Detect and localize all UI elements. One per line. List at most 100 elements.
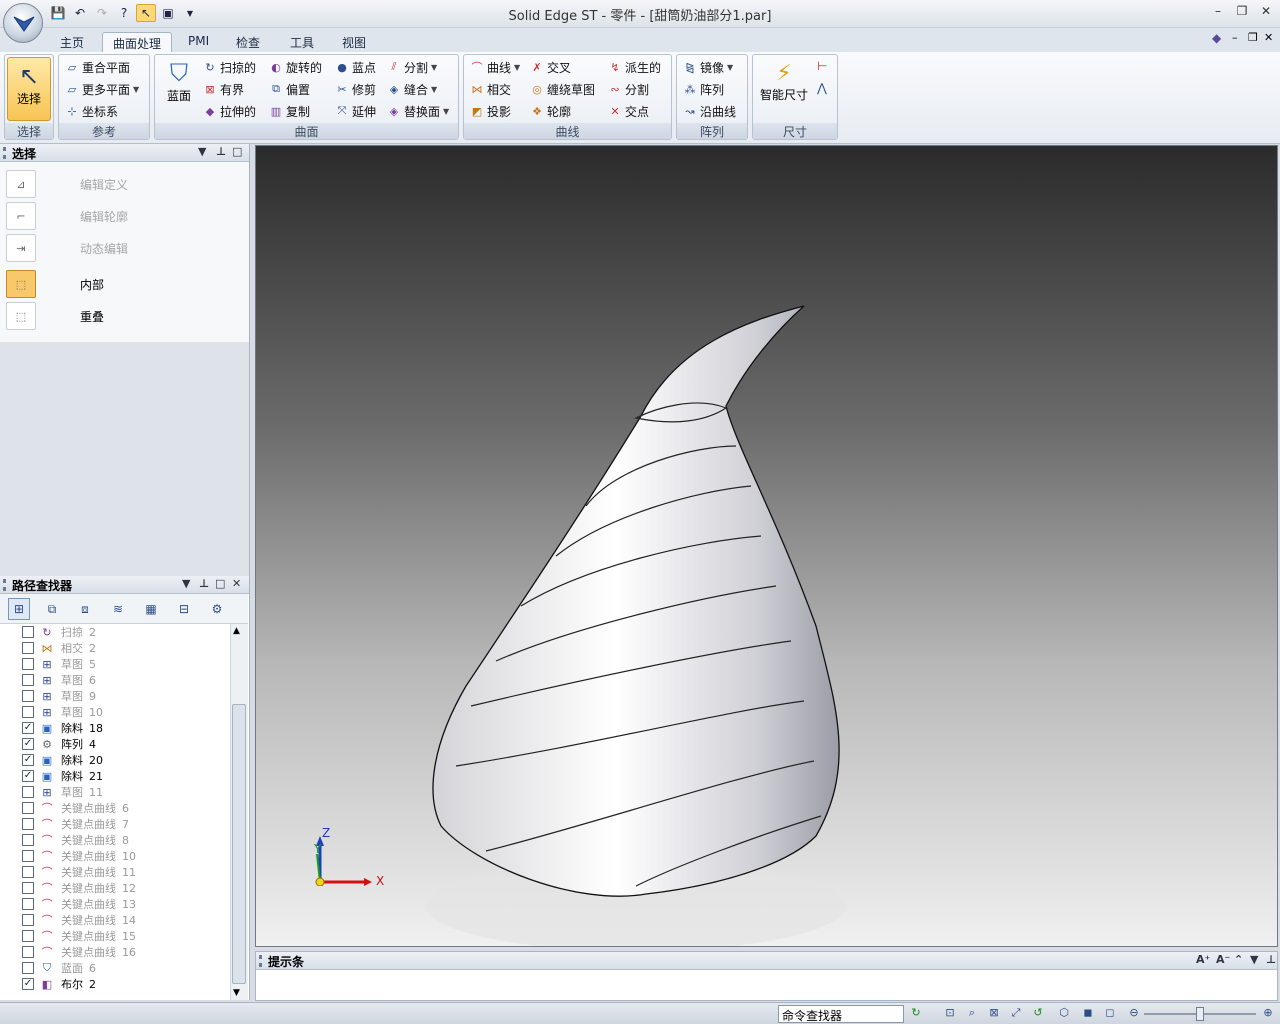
smart-dimension-button[interactable]: ⚡ 智能尺寸: [757, 61, 811, 103]
visibility-checkbox[interactable]: ✓: [22, 978, 34, 990]
contour-button[interactable]: ❖ 轮廓: [530, 101, 571, 121]
overlap-item[interactable]: ⬚ 重叠: [6, 302, 104, 330]
visibility-checkbox[interactable]: [22, 898, 34, 910]
pin-icon[interactable]: ⊥: [1266, 953, 1276, 966]
split-curve-button[interactable]: ∾ 分割: [608, 79, 649, 99]
maximize-button[interactable]: ❐: [1231, 4, 1253, 20]
pin-icon[interactable]: ⊥: [216, 145, 226, 158]
mirror-button[interactable]: ⧎ 镜像 ▼: [683, 57, 733, 77]
tab-tools[interactable]: 工具: [280, 32, 324, 52]
visibility-checkbox[interactable]: ✓: [22, 754, 34, 766]
doc-close-button[interactable]: ✕: [1264, 31, 1273, 44]
variables-icon[interactable]: ⊟: [173, 598, 195, 620]
tree-row[interactable]: ⌒ 关键点曲线 11: [0, 864, 230, 880]
bounded-button[interactable]: ⊠ 有界: [203, 79, 244, 99]
visibility-checkbox[interactable]: [22, 914, 34, 926]
visibility-checkbox[interactable]: ✓: [22, 722, 34, 734]
graphics-viewport[interactable]: X Y Z: [255, 145, 1278, 951]
coincident-plane-button[interactable]: ▱ 重合平面: [65, 57, 130, 77]
tree-row[interactable]: ✓ ▣ 除料 18: [0, 720, 230, 736]
more-planes-button[interactable]: ▱ 更多平面 ▼: [65, 79, 139, 99]
visibility-checkbox[interactable]: [22, 626, 34, 638]
stitch-button[interactable]: ◈ 缝合 ▼: [387, 79, 437, 99]
zoom-area-icon[interactable]: ⊡: [942, 1006, 958, 1022]
tab-inspect[interactable]: 检查: [226, 32, 270, 52]
intersection-point-button[interactable]: ✕ 交点: [608, 101, 649, 121]
tree-scrollbar[interactable]: ▲ ▼: [230, 624, 248, 1000]
drag-grip-icon[interactable]: [3, 147, 6, 159]
doc-restore-button[interactable]: ❐: [1248, 31, 1258, 44]
font-decrease-icon[interactable]: A⁻: [1216, 953, 1230, 966]
cross-button[interactable]: ✗ 交叉: [530, 57, 571, 77]
sheets-icon[interactable]: ≋: [107, 598, 129, 620]
drag-grip-icon[interactable]: [259, 955, 262, 967]
tree-row[interactable]: ⌒ 关键点曲线 15: [0, 928, 230, 944]
tree-row[interactable]: ⌒ 关键点曲线 10: [0, 848, 230, 864]
visibility-checkbox[interactable]: [22, 674, 34, 686]
tab-view[interactable]: 视图: [332, 32, 376, 52]
scroll-thumb[interactable]: [232, 704, 246, 984]
doc-minimize-button[interactable]: –: [1232, 31, 1238, 44]
pan-icon[interactable]: ⤢: [1008, 1006, 1024, 1022]
wireframe-view-icon[interactable]: ◻: [1102, 1006, 1118, 1022]
edit-profile-item[interactable]: ⌐ 编辑轮廓: [6, 202, 128, 230]
extruded-button[interactable]: ◆ 拉伸的: [203, 101, 256, 121]
visibility-checkbox[interactable]: ✓: [22, 770, 34, 782]
visibility-checkbox[interactable]: [22, 834, 34, 846]
tree-row[interactable]: ⊞ 草图 10: [0, 704, 230, 720]
help-book-icon[interactable]: ◆: [1212, 31, 1221, 45]
save-icon[interactable]: 💾: [48, 4, 68, 22]
tree-row[interactable]: ⌒ 关键点曲线 16: [0, 944, 230, 960]
visibility-checkbox[interactable]: [22, 818, 34, 830]
shaded-view-icon[interactable]: ◼: [1080, 1006, 1096, 1022]
tree-row[interactable]: ⌒ 关键点曲线 7: [0, 816, 230, 832]
dynamic-edit-item[interactable]: ⇥ 动态编辑: [6, 234, 128, 262]
dimension-angle-icon[interactable]: ⋀: [817, 81, 827, 95]
minimize-button[interactable]: –: [1207, 4, 1229, 20]
panel-maximize-icon[interactable]: □: [215, 577, 225, 590]
go-arrow-icon[interactable]: ↻: [908, 1006, 924, 1022]
command-finder-input[interactable]: 命令查找器: [778, 1005, 904, 1023]
revolved-button[interactable]: ◐ 旋转的: [269, 57, 322, 77]
undo-icon[interactable]: ↶: [70, 4, 90, 22]
tab-home[interactable]: 主页: [50, 32, 94, 52]
layers-icon[interactable]: ⧉: [41, 598, 63, 620]
project-button[interactable]: ◩ 投影: [470, 101, 511, 121]
visibility-checkbox[interactable]: [22, 962, 34, 974]
visibility-checkbox[interactable]: [22, 706, 34, 718]
edit-definition-item[interactable]: ⊿ 编辑定义: [6, 170, 128, 198]
swept-button[interactable]: ↻ 扫掠的: [203, 57, 256, 77]
pattern-button[interactable]: ⁂ 阵列: [683, 79, 725, 99]
copy-button[interactable]: ▥ 复制: [269, 101, 310, 121]
select-tool-icon[interactable]: ↖: [136, 4, 156, 22]
visibility-checkbox[interactable]: [22, 658, 34, 670]
scroll-up-icon[interactable]: ▲: [233, 626, 240, 636]
visibility-checkbox[interactable]: [22, 946, 34, 958]
pin-icon[interactable]: ⊥: [199, 577, 209, 590]
wrap-sketch-button[interactable]: ◎ 缠绕草图: [530, 79, 595, 99]
derived-button[interactable]: ↯ 派生的: [608, 57, 661, 77]
zoom-icon[interactable]: ⌕: [964, 1006, 980, 1022]
panel-menu-icon[interactable]: ▼: [198, 145, 206, 158]
tree-row[interactable]: ↻ 扫掠 2: [0, 624, 230, 640]
tree-row[interactable]: ✓ ◧ 布尔 2: [0, 976, 230, 992]
close-button[interactable]: ✕: [1255, 4, 1277, 20]
bluesurf-button[interactable]: ⛉ 蓝面: [159, 59, 199, 104]
tree-row[interactable]: ✓ ▣ 除料 21: [0, 768, 230, 784]
panel-close-icon[interactable]: ✕: [232, 577, 241, 590]
split-surface-button[interactable]: ⫽ 分割 ▼: [387, 57, 438, 77]
replace-face-button[interactable]: ◈ 替换面 ▼: [387, 101, 449, 121]
relations-icon[interactable]: ⧈: [74, 598, 96, 620]
intersection-button[interactable]: ⋈ 相交: [470, 79, 512, 99]
drag-grip-icon[interactable]: [3, 579, 6, 591]
inside-item[interactable]: ⬚ 内部: [6, 270, 104, 298]
tree-row[interactable]: ✓ ⚙ 阵列 4: [0, 736, 230, 752]
view-orient-icon[interactable]: ⬡: [1056, 1006, 1072, 1022]
font-increase-icon[interactable]: A⁺: [1196, 953, 1210, 966]
extend-button[interactable]: ⤧ 延伸: [335, 101, 376, 121]
visibility-checkbox[interactable]: [22, 930, 34, 942]
part-icon[interactable]: ▣: [158, 4, 178, 22]
visibility-checkbox[interactable]: [22, 642, 34, 654]
tree-row[interactable]: ⌒ 关键点曲线 14: [0, 912, 230, 928]
zoom-in-icon[interactable]: ⊕: [1260, 1006, 1276, 1022]
